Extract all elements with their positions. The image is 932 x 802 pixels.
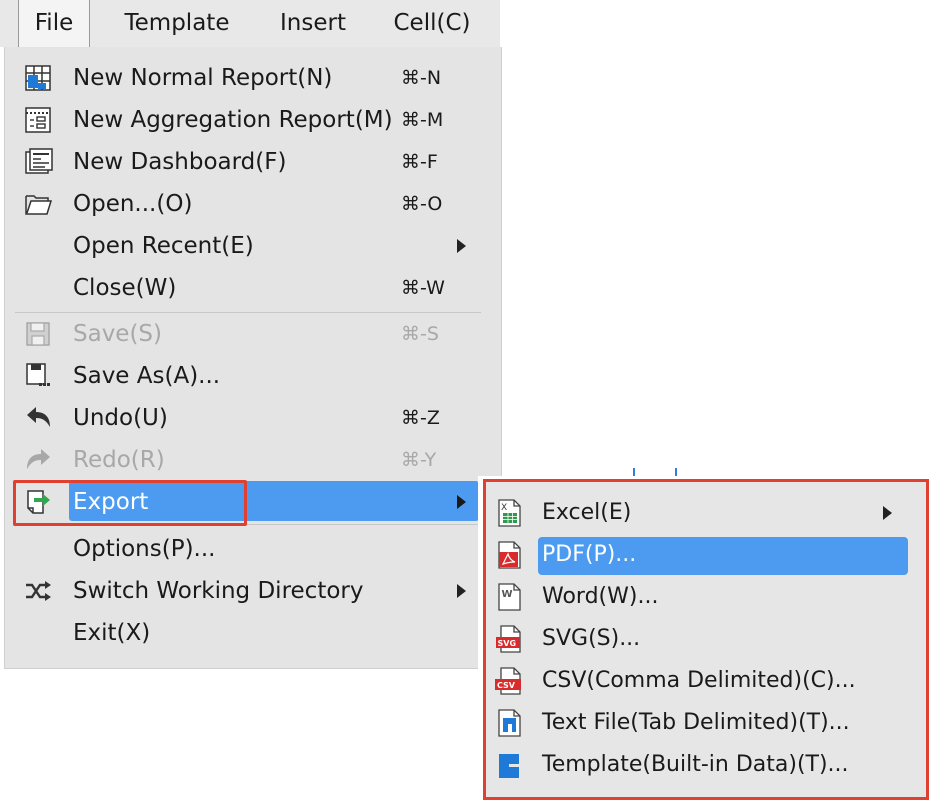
menubar-insert[interactable]: Insert (268, 0, 358, 47)
folder-icon (23, 189, 53, 219)
menu-item-new-dashboard[interactable]: New Dashboard(F) ⌘-F (5, 141, 500, 183)
menu-label: Save As(A)... (73, 363, 221, 389)
shuffle-icon (23, 576, 53, 606)
shortcut-text: ⌘-S (401, 323, 439, 345)
menu-label: New Normal Report(N) (73, 65, 333, 91)
menubar-cell[interactable]: Cell(C) (384, 0, 480, 47)
redo-icon (23, 445, 53, 475)
menu-label: Exit(X) (73, 620, 151, 646)
undo-icon (23, 403, 53, 433)
file-menu: New Normal Report(N) ⌘-N New Aggregation… (4, 47, 502, 669)
shortcut-text: ⌘-O (401, 193, 443, 215)
menu-item-undo[interactable]: Undo(U) ⌘-Z (5, 397, 500, 439)
shortcut-text: ⌘-W (401, 277, 445, 299)
shortcut-text: ⌘-N (401, 67, 442, 89)
submenu-annotation-box (483, 479, 929, 800)
normal-report-icon (23, 63, 53, 93)
menu-label: Redo(R) (73, 447, 165, 473)
dashboard-icon (23, 147, 53, 177)
export-annotation-box (13, 480, 247, 526)
menu-item-open-recent[interactable]: Open Recent(E) (5, 225, 500, 267)
menu-label: Switch Working Directory (73, 578, 364, 604)
menu-item-redo: Redo(R) ⌘-Y (5, 439, 500, 481)
shortcut-text: ⌘-Y (401, 449, 437, 471)
menu-item-new-aggregation-report[interactable]: New Aggregation Report(M) ⌘-M (5, 99, 500, 141)
shortcut-text: ⌘-M (401, 109, 444, 131)
shortcut-text: ⌘-F (401, 151, 438, 173)
menu-item-new-normal-report[interactable]: New Normal Report(N) ⌘-N (5, 57, 500, 99)
save-as-icon (23, 361, 53, 391)
menubar: File Template Insert Cell(C) (0, 0, 500, 48)
menu-label: Save(S) (73, 321, 163, 347)
menu-label: Options(P)... (73, 536, 216, 562)
background-tick (633, 468, 635, 476)
menubar-template[interactable]: Template (110, 0, 244, 47)
background-window-fragment (575, 462, 685, 476)
menu-item-options[interactable]: Options(P)... (5, 528, 500, 570)
menu-item-exit[interactable]: Exit(X) (5, 612, 500, 654)
menu-label: New Aggregation Report(M) (73, 107, 393, 133)
shortcut-text: ⌘-Z (401, 407, 440, 429)
background-tick (675, 468, 677, 476)
menubar-file[interactable]: File (18, 0, 90, 47)
menu-item-save-as[interactable]: Save As(A)... (5, 355, 500, 397)
menu-label: New Dashboard(F) (73, 149, 287, 175)
menu-item-open[interactable]: Open...(O) ⌘-O (5, 183, 500, 225)
menu-label: Open...(O) (73, 191, 193, 217)
menu-item-close[interactable]: Close(W) ⌘-W (5, 267, 500, 309)
menu-label: Open Recent(E) (73, 233, 254, 259)
menu-item-save: Save(S) ⌘-S (5, 313, 500, 355)
aggregation-report-icon (23, 105, 53, 135)
menu-item-switch-working-directory[interactable]: Switch Working Directory (5, 570, 500, 612)
menu-label: Undo(U) (73, 405, 168, 431)
submenu-arrow-icon (457, 239, 466, 253)
submenu-arrow-icon (457, 584, 466, 598)
menu-label: Close(W) (73, 275, 177, 301)
save-icon (23, 319, 53, 349)
submenu-arrow-icon (457, 495, 466, 509)
